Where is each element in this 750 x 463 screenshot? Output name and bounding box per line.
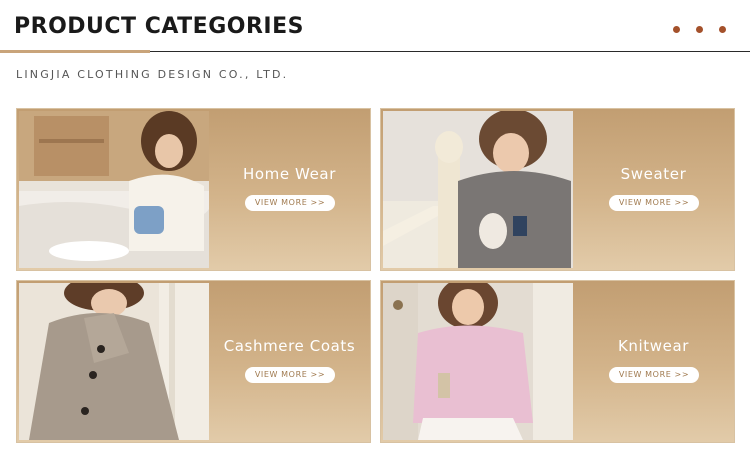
category-label: Knitwear xyxy=(617,337,690,355)
category-label: Home Wear xyxy=(242,165,336,183)
view-more-button[interactable]: VIEW MORE >> xyxy=(609,367,699,383)
category-card-cashmere-coats[interactable]: Cashmere Coats VIEW MORE >> xyxy=(16,280,371,443)
home-wear-photo xyxy=(19,111,209,268)
dot-3[interactable] xyxy=(719,26,726,33)
dot-2[interactable] xyxy=(696,26,703,33)
title-accent-bar xyxy=(0,50,150,53)
page-title: PRODUCT CATEGORIES xyxy=(14,14,304,39)
cashmere-coats-photo xyxy=(19,283,209,440)
carousel-dots[interactable] xyxy=(673,26,726,33)
category-card-knitwear[interactable]: Knitwear VIEW MORE >> xyxy=(380,280,735,443)
category-card-sweater[interactable]: Sweater VIEW MORE >> xyxy=(380,108,735,271)
category-label: Cashmere Coats xyxy=(223,337,356,355)
view-more-button[interactable]: VIEW MORE >> xyxy=(245,367,335,383)
view-more-button[interactable]: VIEW MORE >> xyxy=(609,195,699,211)
sweater-photo xyxy=(383,111,573,268)
category-label: Sweater xyxy=(620,165,687,183)
knitwear-photo xyxy=(383,283,573,440)
category-card-home-wear[interactable]: Home Wear VIEW MORE >> xyxy=(16,108,371,271)
company-name: LINGJIA CLOTHING DESIGN CO., LTD. xyxy=(16,68,289,81)
view-more-button[interactable]: VIEW MORE >> xyxy=(245,195,335,211)
dot-1[interactable] xyxy=(673,26,680,33)
